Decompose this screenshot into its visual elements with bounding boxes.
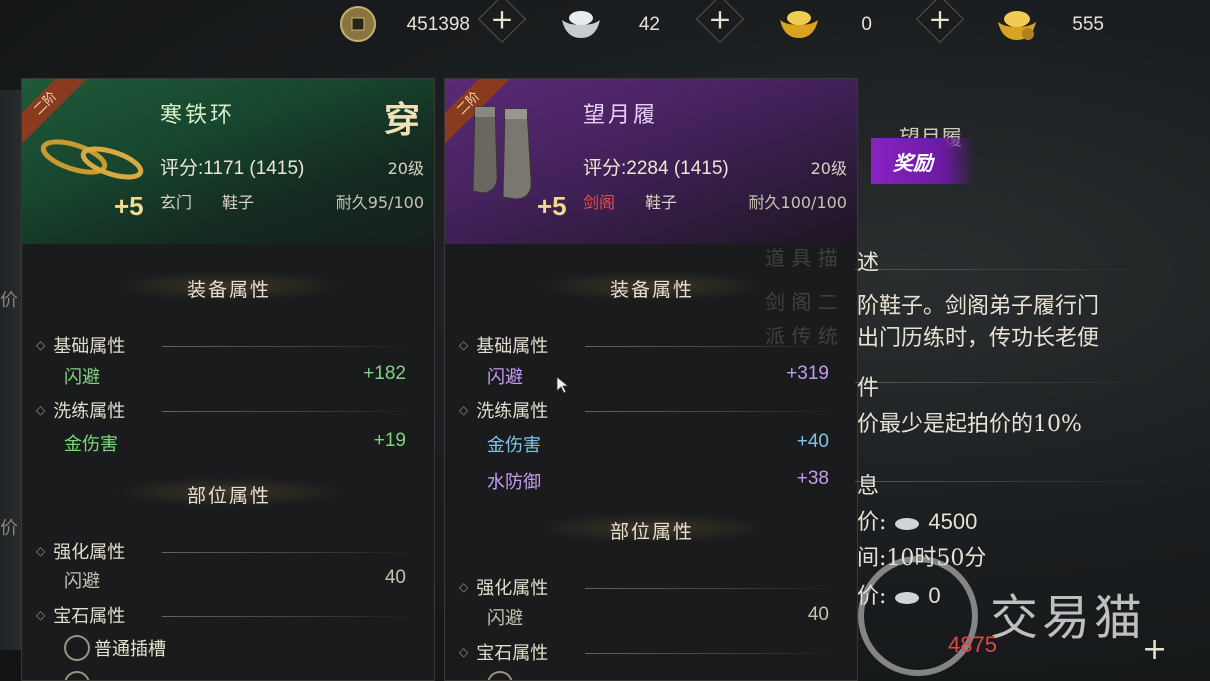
attr-value: +38: [796, 468, 829, 489]
equipped-badge: 穿: [384, 99, 421, 141]
socket-icon: [487, 671, 513, 680]
add-copper-button[interactable]: +: [477, 0, 527, 44]
attr-value: +40: [796, 431, 829, 452]
silver-ingot-icon: [895, 518, 920, 530]
gold-bag-icon: [998, 11, 1036, 40]
copper-coin-icon: [340, 6, 376, 42]
price-row: 价: 4500: [857, 509, 978, 535]
item-score: 评分:1171 (1415): [160, 158, 305, 179]
silver-value: 42: [638, 14, 660, 35]
bg-price-label: 价: [0, 290, 18, 311]
add-gold-button[interactable]: +: [915, 0, 965, 44]
item-slot: 鞋子: [222, 193, 255, 212]
cursor-icon: [556, 376, 570, 394]
boots-icon: [472, 106, 532, 200]
enhance-level: +5: [114, 191, 144, 221]
currency-bar: 451398 + 42 + 0 + 555: [330, 0, 1170, 48]
enhance-level: +5: [537, 191, 567, 221]
attr-name: 金伤害: [487, 435, 541, 456]
attr-value: 40: [384, 567, 406, 588]
watermark-logo: [858, 556, 978, 676]
item-durability: 耐久95/100: [335, 193, 424, 212]
cond-text: 价最少是起拍价的10%: [857, 412, 1082, 437]
refine-attr-heading: ◇ 洗练属性: [459, 401, 549, 422]
item-faction: 剑阁: [583, 193, 616, 212]
desc-line-1: 阶鞋子。剑阁弟子履行门: [857, 294, 1100, 319]
gem-socket[interactable]: [487, 671, 517, 680]
reward-tag: 奖励: [871, 138, 975, 184]
gold-bag-value: 555: [1072, 14, 1104, 35]
gem-socket[interactable]: 普通插槽: [64, 635, 166, 661]
item-header: 二阶 +5 望月履 评分:2284 (1415) 20级 剑阁 鞋子 耐久100…: [445, 79, 857, 244]
attr-name: 水防御: [487, 472, 541, 493]
add-silver-button[interactable]: +: [695, 0, 745, 44]
raise-bid-button[interactable]: +: [1142, 632, 1167, 667]
gold-ingot-icon: [780, 11, 818, 38]
watermark-text: 交易猫: [990, 590, 1147, 646]
silver-ingot-icon: [562, 11, 600, 38]
attr-value: +19: [373, 430, 406, 451]
part-attr-title: 部位属性: [609, 521, 694, 543]
item-slot: 鞋子: [645, 193, 678, 212]
item-durability: 耐久100/100: [748, 193, 847, 212]
info-header: 息: [857, 474, 880, 499]
gem-attr-heading: ◇ 宝石属性: [459, 643, 549, 664]
refine-attr-heading: ◇ 洗练属性: [36, 401, 126, 422]
bid-price: 4875: [948, 632, 997, 657]
equip-attr-title: 装备属性: [186, 279, 271, 301]
attr-value: +319: [786, 363, 829, 384]
attr-name: 闪避: [487, 367, 523, 388]
attr-name: 闪避: [487, 608, 523, 629]
ring-icon: [40, 139, 144, 180]
item-level: 20级: [387, 159, 424, 178]
gem-attr-heading: ◇ 宝石属性: [36, 606, 126, 627]
item-faction: 玄门: [160, 193, 193, 212]
gem-socket[interactable]: [64, 671, 94, 680]
socket-icon: [64, 635, 90, 661]
item-score: 评分:2284 (1415): [583, 158, 729, 179]
item-name: 寒铁环: [160, 103, 236, 128]
strengthen-attr-heading: ◇ 强化属性: [36, 542, 126, 563]
copper-value: 451398: [406, 14, 470, 35]
desc-line-2: 出门历练时，传功长老便: [857, 326, 1100, 351]
attr-name: 金伤害: [64, 434, 118, 455]
part-attr-title: 部位属性: [186, 485, 271, 507]
background-column: [0, 90, 22, 650]
bg-price-label: 价: [0, 518, 18, 539]
basic-attr-heading: ◇ 基础属性: [36, 336, 126, 357]
socket-icon: [64, 671, 90, 680]
cond-header: 件: [857, 376, 880, 401]
attr-name: 闪避: [64, 367, 100, 388]
item-header: 二阶 +5 寒铁环 穿 评分:1171 (1415) 20级 玄门 鞋子 耐久9…: [22, 79, 434, 244]
compare-item-panel: 二阶 +5 望月履 评分:2284 (1415) 20级 剑阁 鞋子 耐久100…: [444, 78, 858, 681]
desc-header: 述: [857, 251, 880, 276]
attr-name: 闪避: [64, 571, 100, 592]
current-item-panel: 二阶 +5 寒铁环 穿 评分:1171 (1415) 20级 玄门 鞋子 耐久9…: [21, 78, 435, 681]
item-name: 望月履: [583, 103, 659, 128]
strengthen-attr-heading: ◇ 强化属性: [459, 578, 549, 599]
attr-value: +182: [363, 363, 406, 384]
attr-value: 40: [807, 604, 829, 625]
basic-attr-heading: ◇ 基础属性: [459, 336, 549, 357]
item-level: 20级: [810, 159, 847, 178]
gold-value: 0: [861, 14, 872, 35]
